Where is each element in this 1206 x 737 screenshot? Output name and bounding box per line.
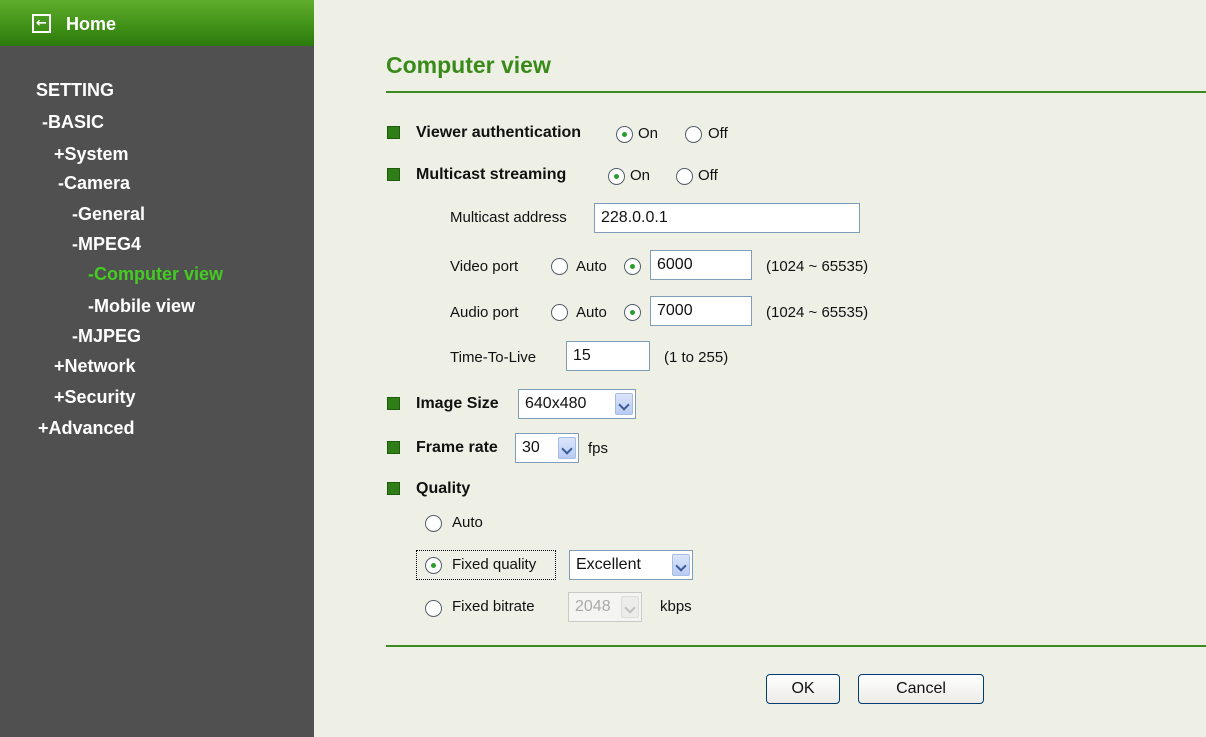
image-size-label: Image Size [416, 395, 499, 412]
divider-bottom [386, 645, 1206, 647]
sidebar-item-mpeg4[interactable]: -MPEG4 [72, 234, 141, 255]
frame-rate-select[interactable]: 30 [515, 433, 579, 463]
page-title: Computer view [386, 52, 551, 78]
multicast-address-label: Multicast address [450, 209, 567, 226]
divider-top [386, 91, 1206, 93]
fixed-bitrate-value: 2048 [575, 598, 611, 615]
sidebar-item-label: System [64, 144, 129, 164]
bullet-icon [387, 482, 400, 495]
ttl-input[interactable]: 15 [566, 341, 650, 371]
chevron-down-icon [615, 393, 633, 415]
expand-icon: + [54, 356, 65, 376]
sidebar-item-security[interactable]: +Security [54, 387, 136, 408]
quality-fixed-bitrate-label: Fixed bitrate [452, 598, 535, 615]
multicast-off-label: Off [698, 167, 718, 184]
back-arrow-icon: ← [32, 14, 51, 33]
video-port-auto-label: Auto [576, 258, 607, 275]
audio-port-input[interactable]: 7000 [650, 296, 752, 326]
chevron-down-icon [558, 437, 576, 459]
audio-port-range: (1024 ~ 65535) [766, 304, 869, 321]
ttl-range: (1 to 255) [664, 349, 729, 366]
sidebar-item-label: Mobile view [94, 296, 196, 316]
quality-fixed-quality-label: Fixed quality [452, 556, 537, 573]
frame-rate-value: 30 [522, 439, 540, 456]
sidebar-item-label: General [78, 204, 146, 224]
audio-port-auto-radio[interactable] [551, 304, 568, 321]
sidebar-item-basic[interactable]: -BASIC [42, 112, 104, 133]
chevron-down-icon [621, 596, 639, 618]
video-port-auto-radio[interactable] [551, 258, 568, 275]
viewer-auth-on-label: On [638, 125, 659, 142]
quality-auto-label: Auto [452, 514, 483, 531]
bullet-icon [387, 126, 400, 139]
viewer-auth-off-label: Off [708, 125, 728, 142]
sidebar-nav: ← Home SETTING -BASIC +System -Camera -G… [0, 0, 314, 737]
video-port-label: Video port [450, 258, 519, 275]
expand-icon: + [54, 387, 65, 407]
multicast-on-label: On [630, 167, 651, 184]
home-label: Home [66, 14, 117, 34]
cancel-button[interactable]: Cancel [858, 674, 984, 704]
audio-port-label: Audio port [450, 304, 519, 321]
viewer-auth-off-radio[interactable] [685, 126, 702, 143]
bullet-icon [387, 441, 400, 454]
multicast-label: Multicast streaming [416, 166, 567, 183]
quality-label: Quality [416, 480, 471, 497]
sidebar-item-label: Network [64, 356, 136, 376]
chevron-down-icon [672, 554, 690, 576]
fixed-quality-value: Excellent [576, 556, 641, 573]
bullet-icon [387, 397, 400, 410]
sidebar-item-label: Security [64, 387, 136, 407]
sidebar-item-computer-view[interactable]: -Computer view [88, 264, 223, 285]
fixed-bitrate-select: 2048 [568, 592, 642, 622]
sidebar-item-mobile-view[interactable]: -Mobile view [88, 296, 195, 317]
expand-icon: + [54, 144, 65, 164]
settings-heading: SETTING [36, 80, 115, 100]
ok-button[interactable]: OK [766, 674, 840, 704]
sidebar-item-camera[interactable]: -Camera [58, 173, 130, 194]
audio-port-manual-radio[interactable] [624, 304, 641, 321]
bitrate-unit: kbps [660, 598, 692, 615]
quality-fixed-quality-radio[interactable] [425, 557, 442, 574]
frame-rate-label: Frame rate [416, 439, 498, 456]
quality-auto-radio[interactable] [425, 515, 442, 532]
image-size-select[interactable]: 640x480 [518, 389, 636, 419]
sidebar-item-network[interactable]: +Network [54, 356, 136, 377]
ttl-label: Time-To-Live [450, 349, 537, 366]
multicast-address-input[interactable]: 228.0.0.1 [594, 203, 860, 233]
bullet-icon [387, 168, 400, 181]
multicast-off-radio[interactable] [676, 168, 693, 185]
frame-rate-unit: fps [588, 440, 609, 457]
viewer-auth-on-radio[interactable] [616, 126, 633, 143]
sidebar-item-label: MJPEG [78, 326, 142, 346]
sidebar-item-system[interactable]: +System [54, 144, 129, 165]
sidebar-item-label: BASIC [48, 112, 105, 132]
image-size-value: 640x480 [525, 395, 587, 412]
sidebar-item-label: Advanced [48, 418, 135, 438]
sidebar-item-mjpeg[interactable]: -MJPEG [72, 326, 141, 347]
audio-port-auto-label: Auto [576, 304, 607, 321]
home-link[interactable]: ← Home [0, 0, 314, 46]
viewer-auth-label: Viewer authentication [416, 124, 582, 141]
main-panel [314, 0, 1206, 737]
sidebar-item-label: MPEG4 [78, 234, 142, 254]
multicast-on-radio[interactable] [608, 168, 625, 185]
fixed-quality-select[interactable]: Excellent [569, 550, 693, 580]
video-port-manual-radio[interactable] [624, 258, 641, 275]
sidebar-item-label: Camera [64, 173, 131, 193]
sidebar-item-label: Computer view [94, 264, 224, 284]
video-port-input[interactable]: 6000 [650, 250, 752, 280]
video-port-range: (1024 ~ 65535) [766, 258, 869, 275]
expand-icon: + [38, 418, 49, 438]
sidebar-item-advanced[interactable]: +Advanced [38, 418, 135, 439]
quality-fixed-bitrate-radio[interactable] [425, 600, 442, 617]
sidebar-item-general[interactable]: -General [72, 204, 145, 225]
